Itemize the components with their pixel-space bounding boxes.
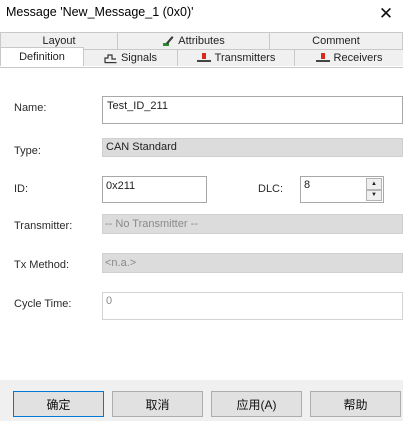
tab-label: Layout <box>42 35 76 47</box>
cycle-time-label: Cycle Time: <box>14 298 72 310</box>
apply-button[interactable]: 应用(A) <box>211 391 302 417</box>
decrement-button[interactable]: ▼ <box>366 189 382 201</box>
dlc-label: DLC: <box>258 183 284 195</box>
button-bar: 确定 取消 应用(A) 帮助 <box>0 380 403 421</box>
close-button[interactable]: ✕ <box>369 0 403 27</box>
tab-definition[interactable]: Definition <box>0 47 84 66</box>
signals-icon <box>104 53 117 64</box>
cycle-time-input[interactable]: 0 <box>102 292 403 320</box>
tab-attributes[interactable]: Attributes <box>117 32 270 49</box>
tab-comment[interactable]: Comment <box>269 32 403 49</box>
dlc-value: 8 <box>304 179 311 191</box>
tab-signals[interactable]: Signals <box>83 49 178 66</box>
close-icon: ✕ <box>378 3 394 23</box>
tab-label: Signals <box>120 52 158 64</box>
title-bar: Message 'New_Message_1 (0x0)' ✕ <box>0 0 403 27</box>
cancel-button[interactable]: 取消 <box>112 391 203 417</box>
tab-row-front: Definition Signals Transmitters Receiver… <box>0 47 403 66</box>
dlc-stepper[interactable]: 8 ▲ ▼ <box>300 176 384 203</box>
name-input[interactable]: Test_ID_211 <box>102 96 403 124</box>
tx-method-select[interactable]: <n.a.> <box>102 253 403 273</box>
transmitter-select[interactable]: -- No Transmitter -- <box>102 214 403 234</box>
tab-label: Transmitters <box>214 52 276 64</box>
tab-transmitters[interactable]: Transmitters <box>177 49 295 66</box>
tab-strip: Layout Attributes Comment Definition Sig… <box>0 31 403 68</box>
dlc-stepper-buttons: ▲ ▼ <box>366 178 382 201</box>
id-input[interactable]: 0x211 <box>102 176 207 203</box>
tab-label: Attributes <box>178 35 225 47</box>
tab-label: Comment <box>312 35 360 47</box>
name-label: Name: <box>14 102 47 114</box>
transmitter-node-icon <box>196 53 211 63</box>
tx-method-label: Tx Method: <box>14 259 70 271</box>
receiver-node-icon <box>315 53 330 63</box>
id-label: ID: <box>14 183 29 195</box>
window-title: Message 'New_Message_1 (0x0)' <box>6 5 194 19</box>
tab-label: Receivers <box>333 52 383 64</box>
type-field: CAN Standard <box>102 138 403 157</box>
tab-label: Definition <box>19 51 65 63</box>
arrow-up-icon: ▲ <box>371 180 377 187</box>
increment-button[interactable]: ▲ <box>366 178 382 190</box>
transmitter-label: Transmitter: <box>14 220 73 232</box>
tab-receivers[interactable]: Receivers <box>294 49 403 66</box>
help-button[interactable]: 帮助 <box>310 391 401 417</box>
definition-panel: Name: Test_ID_211 Type: CAN Standard ID:… <box>0 67 403 380</box>
attributes-pencil-icon <box>162 35 174 47</box>
type-label: Type: <box>14 145 41 157</box>
arrow-down-icon: ▼ <box>371 192 377 199</box>
ok-button[interactable]: 确定 <box>13 391 104 417</box>
